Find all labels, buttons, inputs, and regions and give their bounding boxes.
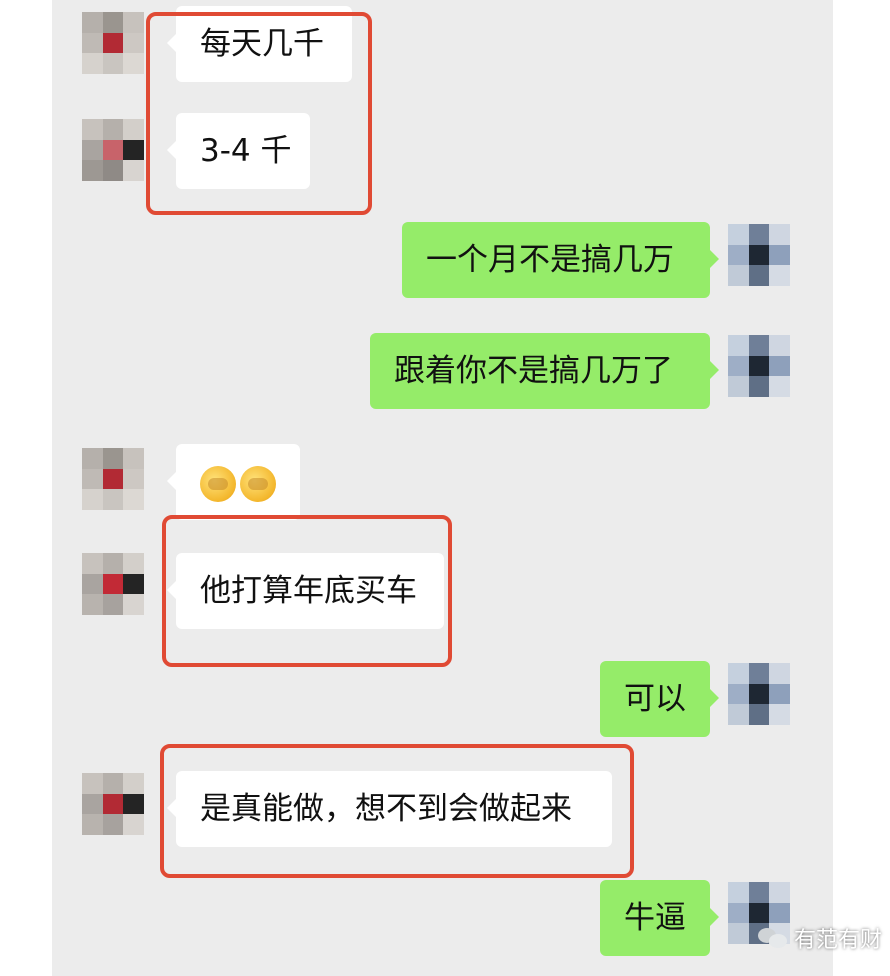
message-bubble[interactable]: 可以 [600, 661, 719, 737]
contact-avatar[interactable] [82, 448, 144, 510]
message-text: 是真能做，想不到会做起来 [200, 791, 572, 827]
self-avatar[interactable] [728, 335, 790, 397]
message-row: 跟着你不是搞几万了 [52, 333, 833, 413]
message-text: 可以 [624, 681, 686, 717]
message-row: 牛逼 [52, 880, 833, 960]
contact-avatar[interactable] [82, 12, 144, 74]
message-bubble[interactable]: 是真能做，想不到会做起来 [167, 771, 612, 847]
self-avatar[interactable] [728, 224, 790, 286]
chat-area: 每天几千 3-4 千 一个月不是搞几万 跟着你不是搞几万了 他打算年底买车 可以… [52, 0, 833, 976]
message-text: 3-4 千 [200, 133, 292, 169]
message-bubble[interactable]: 他打算年底买车 [167, 553, 444, 629]
message-text: 一个月不是搞几万 [426, 242, 674, 278]
message-row: 3-4 千 [52, 113, 833, 193]
message-bubble[interactable]: 3-4 千 [167, 113, 310, 189]
message-row: 是真能做，想不到会做起来 [52, 771, 833, 851]
message-row: 可以 [52, 661, 833, 741]
message-bubble[interactable]: 一个月不是搞几万 [402, 222, 719, 298]
message-row: 每天几千 [52, 6, 833, 86]
contact-avatar[interactable] [82, 119, 144, 181]
facepalm-emoji-icon [200, 465, 236, 502]
message-bubble[interactable]: 每天几千 [167, 6, 352, 82]
watermark-text: 有范有财 [793, 928, 882, 953]
message-row [52, 444, 833, 524]
watermark: 有范有财 [757, 922, 882, 954]
message-text: 牛逼 [624, 900, 686, 936]
message-bubble[interactable]: 牛逼 [600, 880, 719, 956]
self-avatar[interactable] [728, 663, 790, 725]
message-row: 一个月不是搞几万 [52, 222, 833, 302]
message-text: 每天几千 [200, 26, 324, 62]
message-bubble[interactable] [167, 444, 300, 520]
message-text: 他打算年底买车 [200, 573, 417, 609]
contact-avatar[interactable] [82, 773, 144, 835]
message-row: 他打算年底买车 [52, 553, 833, 633]
contact-avatar[interactable] [82, 553, 144, 615]
facepalm-emoji-icon [240, 465, 276, 502]
message-bubble[interactable]: 跟着你不是搞几万了 [370, 333, 719, 409]
wechat-icon [757, 926, 788, 950]
message-text: 跟着你不是搞几万了 [394, 353, 673, 389]
